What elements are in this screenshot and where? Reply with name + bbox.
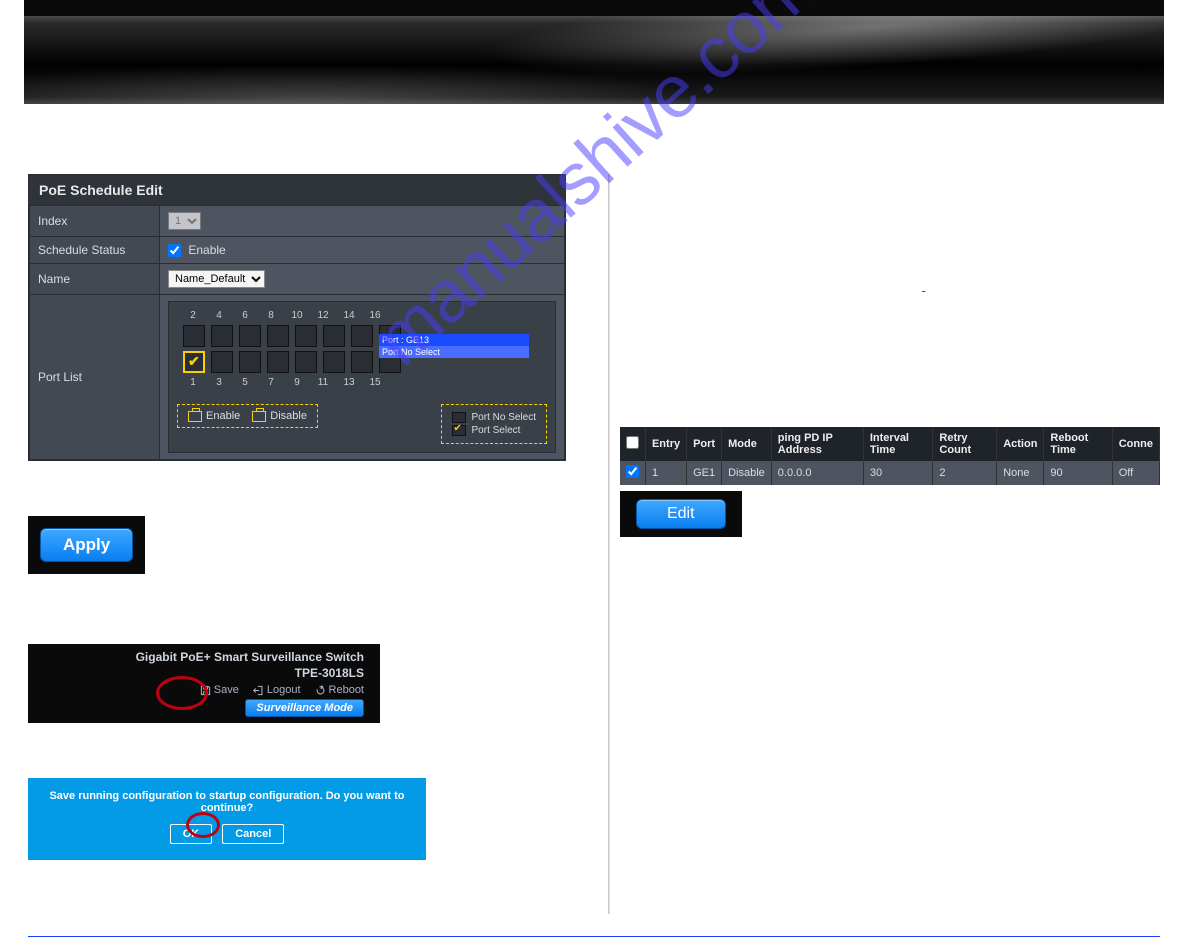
col-connect: Conne xyxy=(1112,427,1159,461)
col-ip: ping PD IP Address xyxy=(771,427,863,461)
page-header-bar xyxy=(24,0,1164,16)
port-2[interactable] xyxy=(183,325,205,347)
col-action: Action xyxy=(997,427,1044,461)
port-14[interactable] xyxy=(351,325,373,347)
reboot-link[interactable]: Reboot xyxy=(315,684,364,696)
poe-schedule-edit-panel: PoE Schedule Edit Index 1 Schedule Statu… xyxy=(28,174,566,461)
port-6[interactable] xyxy=(239,325,261,347)
col-reboot: Reboot Time xyxy=(1044,427,1112,461)
device-title: Gigabit PoE+ Smart Surveillance Switch xyxy=(38,650,364,664)
enable-button[interactable]: Enable xyxy=(188,410,240,422)
port-11[interactable] xyxy=(323,351,345,373)
port-row-top-labels: 246810121416 xyxy=(177,310,547,321)
name-select[interactable]: Name_Default xyxy=(168,270,265,288)
port-tooltip: Port : GE13 Port No Select xyxy=(379,334,529,358)
confirm-message: Save running configuration to startup co… xyxy=(46,790,408,814)
apply-button[interactable]: Apply xyxy=(40,528,133,562)
logout-icon xyxy=(253,685,264,696)
legend-select-icon xyxy=(452,425,466,436)
surveillance-mode-button[interactable]: Surveillance Mode xyxy=(245,699,364,717)
row-checkbox[interactable] xyxy=(626,465,639,478)
port-icon xyxy=(188,411,202,422)
col-interval: Interval Time xyxy=(863,427,933,461)
col-port: Port xyxy=(687,427,722,461)
port-10[interactable] xyxy=(295,325,317,347)
table-row[interactable]: 1 GE1 Disable 0.0.0.0 30 2 None 90 Off xyxy=(620,461,1160,485)
save-icon xyxy=(200,685,211,696)
disable-button[interactable]: Disable xyxy=(252,410,307,422)
port-3[interactable] xyxy=(211,351,233,373)
index-select[interactable]: 1 xyxy=(168,212,201,230)
port-7[interactable] xyxy=(267,351,289,373)
enable-checkbox[interactable] xyxy=(168,244,181,257)
port-1[interactable] xyxy=(183,351,205,373)
col-retry: Retry Count xyxy=(933,427,997,461)
confirm-dialog: Save running configuration to startup co… xyxy=(28,778,426,860)
edit-button-wrap: Edit xyxy=(620,491,742,537)
priority-setting-link[interactable] xyxy=(922,279,1152,293)
header-save-screenshot: Gigabit PoE+ Smart Surveillance Switch T… xyxy=(28,644,380,723)
col-entry: Entry xyxy=(645,427,686,461)
col-mode: Mode xyxy=(722,427,772,461)
port-12[interactable] xyxy=(323,325,345,347)
index-label: Index xyxy=(30,206,160,237)
port-list-box: 246810121416 13579111315 xyxy=(168,301,556,453)
port-8[interactable] xyxy=(267,325,289,347)
page-banner xyxy=(24,16,1164,104)
port-9[interactable] xyxy=(295,351,317,373)
port-13[interactable] xyxy=(351,351,373,373)
logout-link[interactable]: Logout xyxy=(253,684,301,696)
enable-checkbox-label: Enable xyxy=(188,243,225,257)
schedule-status-label: Schedule Status xyxy=(30,237,160,264)
port-icon xyxy=(252,411,266,422)
port-row-bottom-labels: 13579111315 xyxy=(177,377,547,388)
pd-alive-table: Entry Port Mode ping PD IP Address Inter… xyxy=(620,427,1160,485)
device-model: TPE-3018LS xyxy=(38,666,364,680)
legend-noselect-icon xyxy=(452,412,466,423)
name-label: Name xyxy=(30,264,160,295)
save-link[interactable]: Save xyxy=(200,684,239,696)
port-5[interactable] xyxy=(239,351,261,373)
column-divider xyxy=(608,174,610,914)
port-4[interactable] xyxy=(211,325,233,347)
table-header-row: Entry Port Mode ping PD IP Address Inter… xyxy=(620,427,1160,461)
cancel-button[interactable]: Cancel xyxy=(222,824,284,844)
port-legend: Port No Select Port Select xyxy=(441,404,547,444)
edit-button[interactable]: Edit xyxy=(636,499,726,529)
ok-button[interactable]: OK xyxy=(170,824,213,844)
apply-button-wrap: Apply xyxy=(28,516,145,574)
panel-title: PoE Schedule Edit xyxy=(29,175,565,205)
portlist-label: Port List xyxy=(30,295,160,460)
enable-disable-group: Enable Disable xyxy=(177,404,318,428)
reboot-icon xyxy=(315,685,326,696)
select-all-checkbox[interactable] xyxy=(626,436,639,449)
